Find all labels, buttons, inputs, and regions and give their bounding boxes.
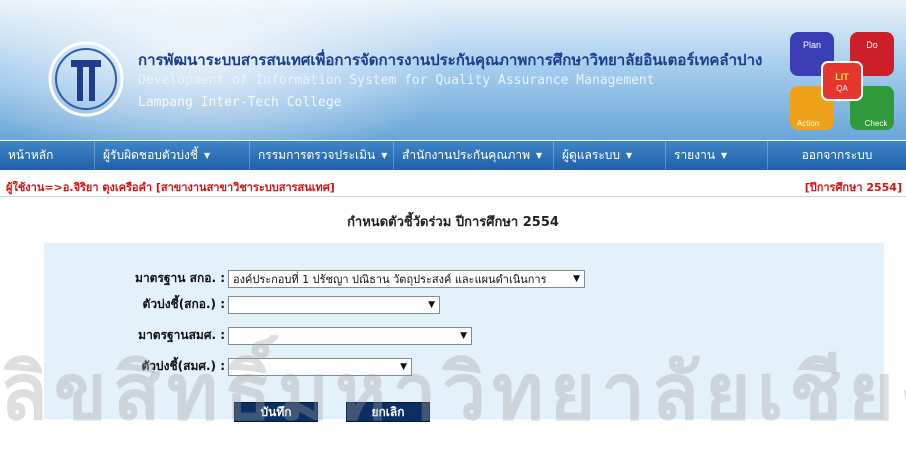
dropdown-arrow-icon: ▼ <box>573 273 580 284</box>
pdca-plan-label: Plan <box>803 40 821 50</box>
smk-standard-row: มาตรฐานสมศ. : ▼ <box>44 326 472 345</box>
smk-standard-label: มาตรฐานสมศ. : <box>138 328 225 342</box>
nav-admin-label: ผู้ดูแลระบบ <box>562 148 621 162</box>
caret-down-icon: ▼ <box>721 151 728 160</box>
nav-assessment-committee[interactable]: กรรมการตรวจประเมิน ▼ <box>250 141 394 170</box>
current-user-info: ผู้ใช้งาน=>อ.จิริยา ตุงเครือคำ [สาขางานส… <box>6 181 335 194</box>
dropdown-arrow-icon: ▼ <box>400 361 407 372</box>
standard-select[interactable]: องค์ประกอบที่ 1 ปรัชญา ปณิธาน วัตถุประสง… <box>228 269 585 288</box>
caret-down-icon: ▼ <box>204 151 211 160</box>
pdca-center-label: LIT <box>835 72 849 82</box>
page-title: กำหนดตัวชี้วัดร่วม ปีการศึกษา 2554 <box>347 215 559 230</box>
pdca-cycle-icon: Plan Do Action Check LIT QA <box>790 32 894 130</box>
standard-label: มาตรฐาน สกอ. : <box>135 271 225 285</box>
caret-down-icon: ▼ <box>381 151 388 160</box>
main-nav: หน้าหลัก ผู้รับผิดชอบตัวบ่งชี้ ▼ กรรมการต… <box>0 141 906 170</box>
nav-admin[interactable]: ผู้ดูแลระบบ ▼ <box>554 141 666 170</box>
pdca-action-label: Action <box>797 119 819 128</box>
nav-logout[interactable]: ออกจากระบบ <box>768 141 906 170</box>
pdca-center-sub-label: QA <box>836 84 848 93</box>
smk-standard-select[interactable]: ▼ <box>228 326 472 345</box>
pdca-check-label: Check <box>865 119 889 128</box>
pdca-do-label: Do <box>866 40 878 50</box>
caret-down-icon: ▼ <box>626 151 633 160</box>
nav-assessment-committee-label: กรรมการตรวจประเมิน <box>258 148 376 162</box>
divider <box>0 196 906 197</box>
standard-row: มาตรฐาน สกอ. : องค์ประกอบที่ 1 ปรัชญา ปณ… <box>44 269 585 288</box>
dropdown-arrow-icon: ▼ <box>428 299 435 310</box>
cancel-button[interactable]: ยกเลิก <box>346 402 430 422</box>
nav-reports[interactable]: รายงาน ▼ <box>666 141 768 170</box>
smk-indicator-select[interactable]: ▼ <box>228 357 412 376</box>
nav-indicator-owners-label: ผู้รับผิดชอบตัวบ่งชี้ <box>103 148 199 162</box>
save-button[interactable]: บันทึก <box>234 402 318 422</box>
nav-home-label: หน้าหลัก <box>8 148 54 162</box>
indicator-label: ตัวบ่งชี้(สกอ.) : <box>142 297 225 311</box>
indicator-row: ตัวบ่งชี้(สกอ.) : ▼ <box>44 295 440 314</box>
dropdown-arrow-icon: ▼ <box>460 330 467 341</box>
app-title-thai: การพัฒนาระบบสารสนเทศเพื่อการจัดการงานประ… <box>138 51 763 69</box>
college-name: Lampang Inter-Tech College <box>138 95 342 110</box>
nav-qa-office-label: สำนักงานประกันคุณภาพ <box>402 148 531 162</box>
header-banner: การพัฒนาระบบสารสนเทศเพื่อการจัดการงานประ… <box>0 0 906 140</box>
smk-indicator-row: ตัวบ่งชี้(สมศ.) : ▼ <box>44 357 412 376</box>
nav-indicator-owners[interactable]: ผู้รับผิดชอบตัวบ่งชี้ ▼ <box>95 141 250 170</box>
nav-logout-label: ออกจากระบบ <box>801 148 873 162</box>
nav-reports-label: รายงาน <box>674 148 716 162</box>
app-title-english: Development of Information System for Qu… <box>138 73 655 88</box>
nav-home[interactable]: หน้าหลัก <box>0 141 95 170</box>
caret-down-icon: ▼ <box>536 151 543 160</box>
indicator-select[interactable]: ▼ <box>228 295 440 314</box>
smk-indicator-label: ตัวบ่งชี้(สมศ.) : <box>141 359 225 373</box>
college-logo-icon <box>48 41 124 117</box>
standard-select-value: องค์ประกอบที่ 1 ปรัชญา ปณิธาน วัตถุประสง… <box>233 272 547 286</box>
academic-year-badge: [ปีการศึกษา 2554] <box>804 181 902 194</box>
nav-qa-office[interactable]: สำนักงานประกันคุณภาพ ▼ <box>394 141 554 170</box>
user-status-bar: ผู้ใช้งาน=>อ.จิริยา ตุงเครือคำ [สาขางานส… <box>0 176 906 194</box>
